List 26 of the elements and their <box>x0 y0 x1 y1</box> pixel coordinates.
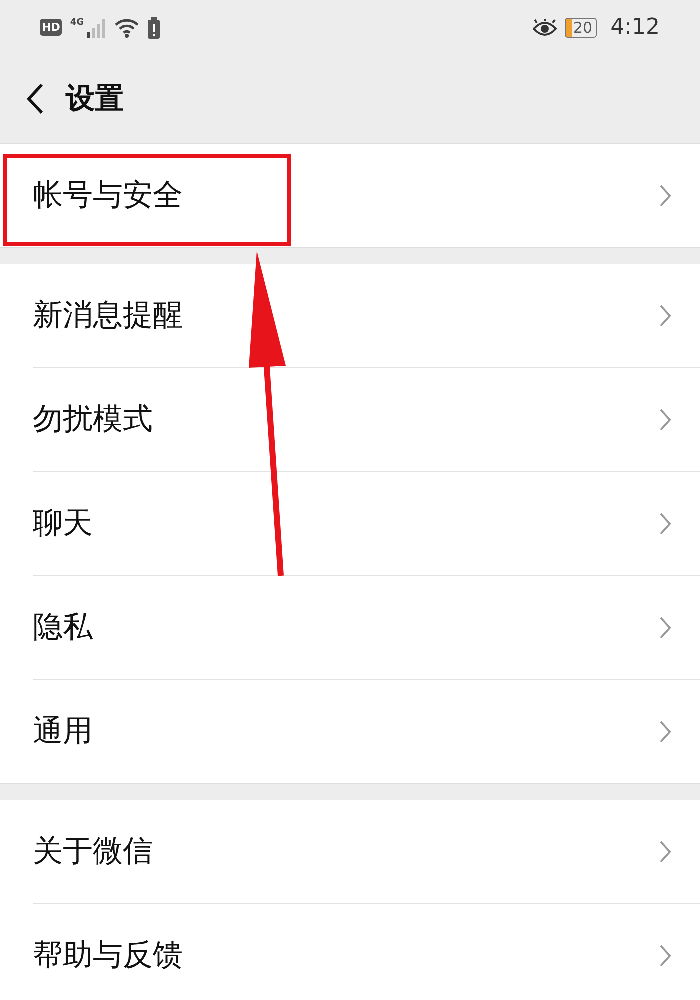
page-title: 设置 <box>66 80 124 117</box>
chevron-icon <box>659 408 672 432</box>
back-icon[interactable] <box>26 83 44 115</box>
settings-item[interactable]: 通用 <box>0 680 700 783</box>
settings-item[interactable]: 新消息提醒 <box>0 264 700 367</box>
chevron-icon <box>659 616 672 640</box>
settings-item[interactable]: 聊天 <box>0 472 700 575</box>
battery-alert-icon <box>148 16 160 38</box>
wifi-icon <box>114 16 140 38</box>
settings-item[interactable]: 帮助与反馈 <box>0 904 700 1000</box>
settings-item[interactable]: 勿扰模式 <box>0 368 700 471</box>
clock-time: 4:12 <box>610 15 660 40</box>
chevron-icon <box>659 944 672 968</box>
settings-item[interactable]: 关于微信 <box>0 800 700 903</box>
signal-icon <box>86 18 106 38</box>
eye-icon <box>532 18 556 36</box>
battery-level: 20 <box>564 18 597 38</box>
chevron-icon <box>659 840 672 864</box>
settings-item[interactable]: 帐号与安全 <box>0 144 700 247</box>
hd-icon: HD <box>40 19 62 36</box>
chevron-icon <box>659 512 672 536</box>
chevron-icon <box>659 720 672 744</box>
settings-item[interactable]: 隐私 <box>0 576 700 679</box>
network-type: 4G <box>70 18 84 28</box>
chevron-icon <box>659 304 672 328</box>
chevron-icon <box>659 184 672 208</box>
